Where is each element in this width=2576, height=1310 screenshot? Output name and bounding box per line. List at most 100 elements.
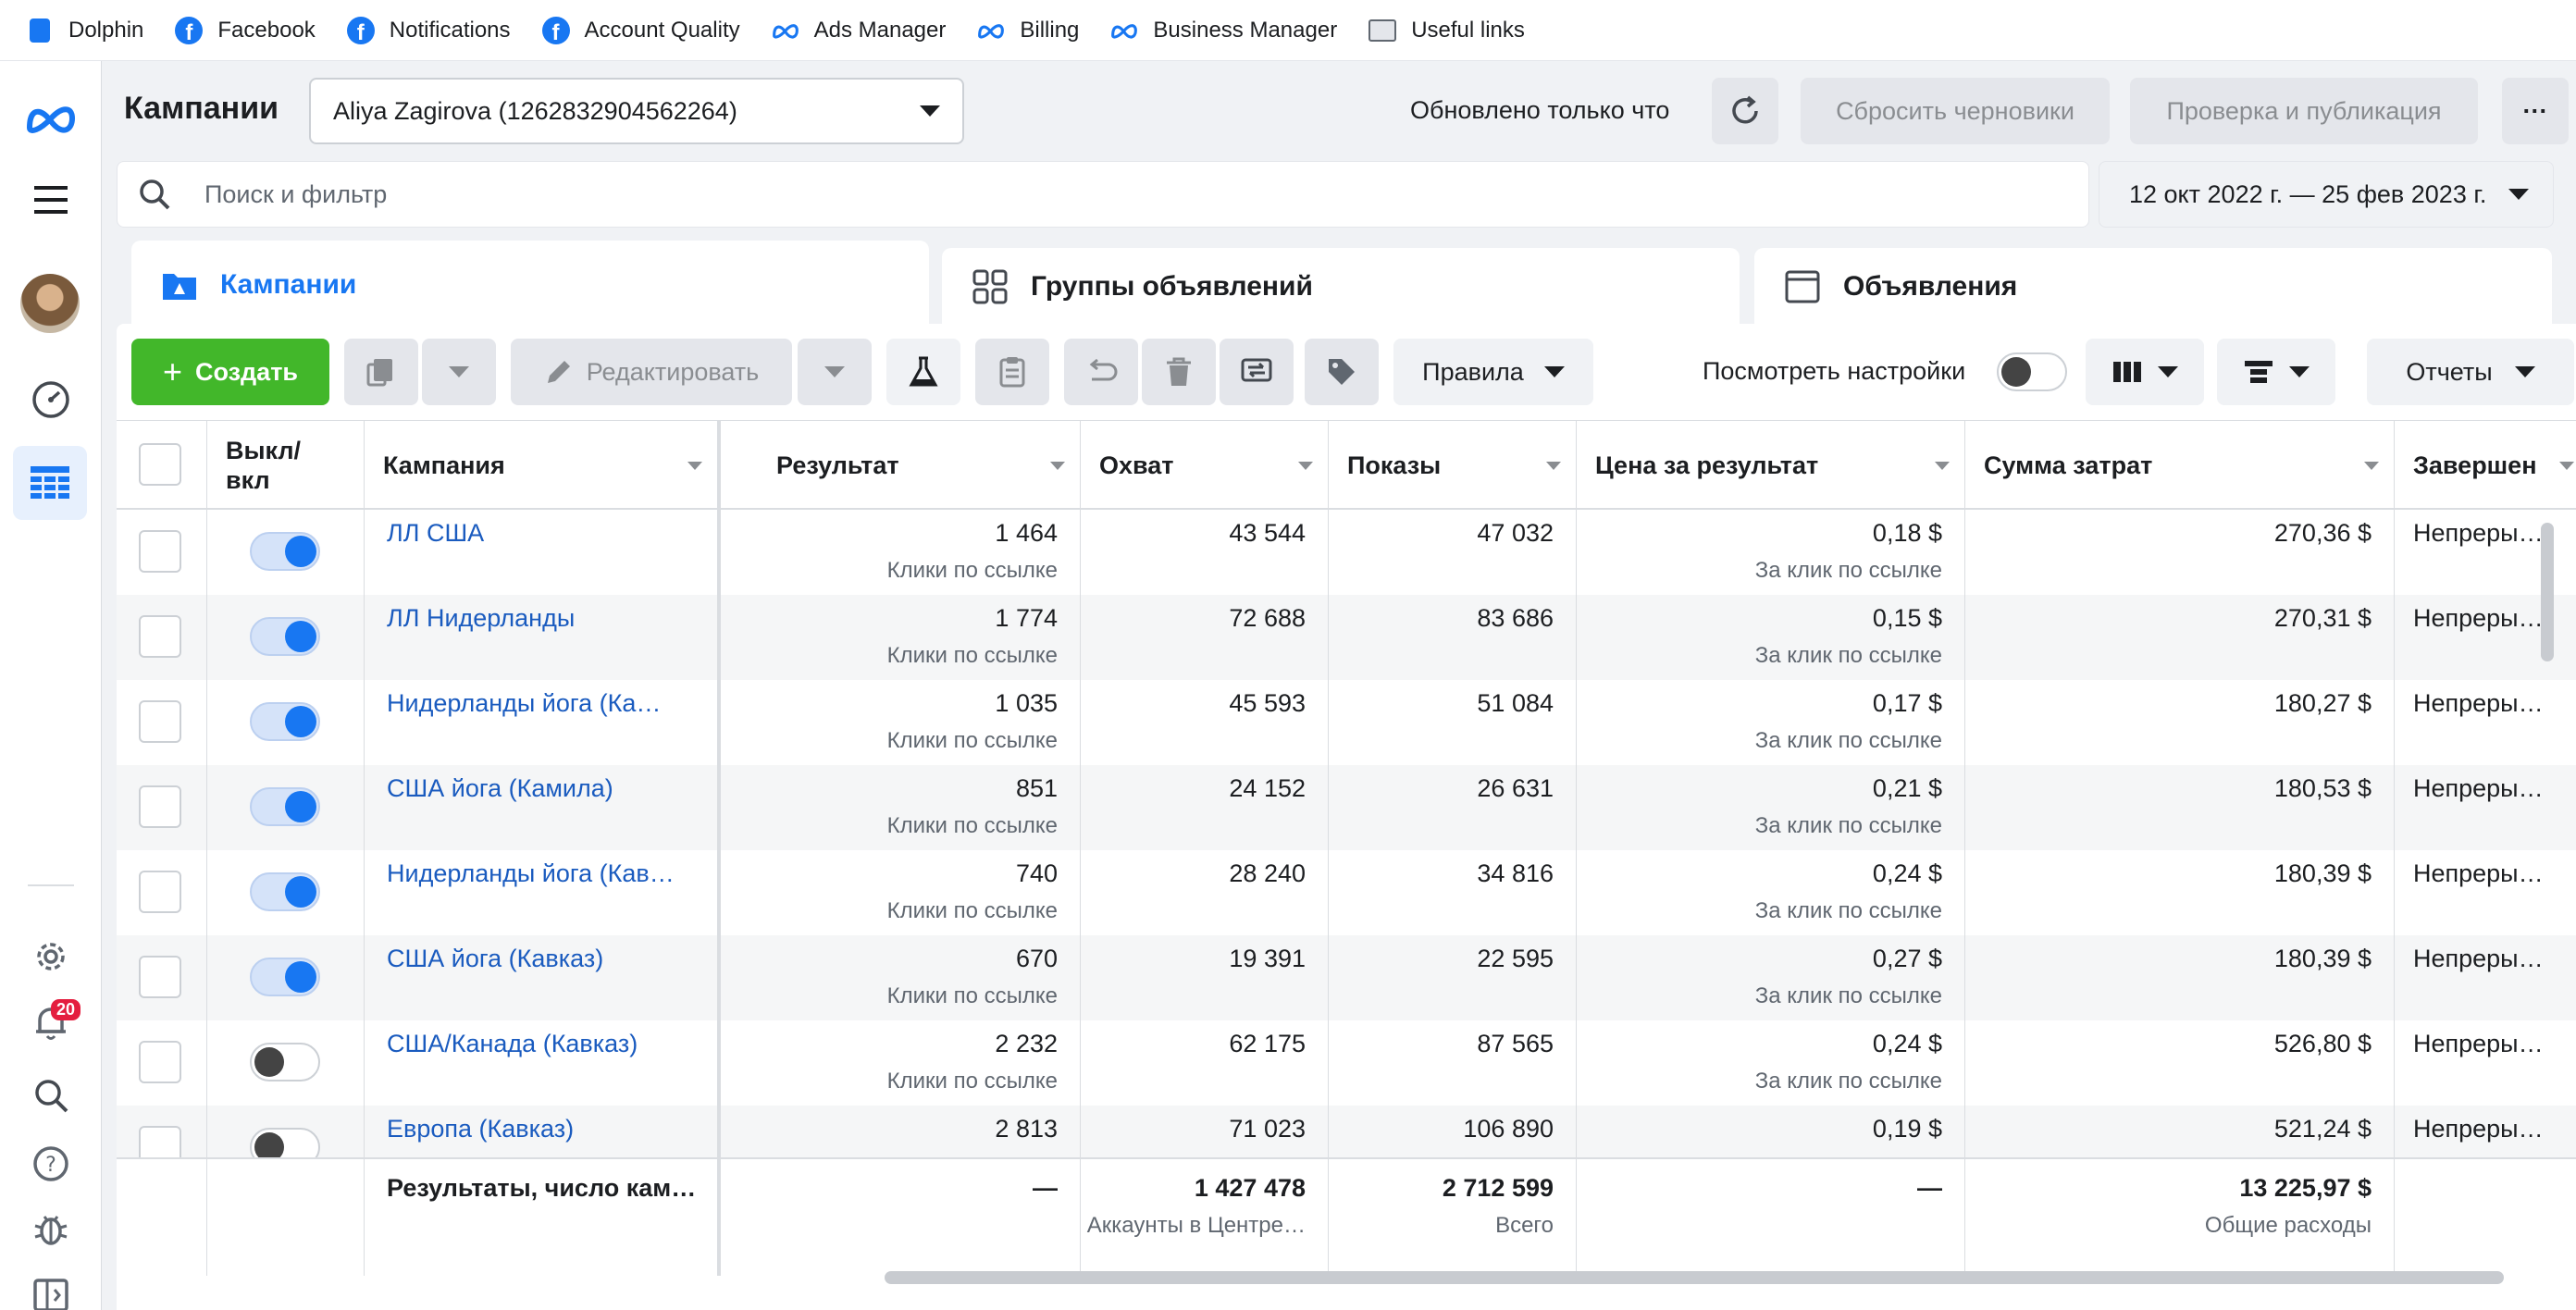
horizontal-scrollbar[interactable] [885, 1271, 2504, 1284]
avatar[interactable] [20, 274, 80, 333]
refresh-button[interactable] [1712, 78, 1778, 144]
bookmark-account-quality[interactable]: f Account Quality [541, 16, 740, 44]
table-row[interactable]: Европа (Кавказ) 2 813 71 023 106 890 0,19 $ 5… [117, 1106, 2576, 1157]
clipboard-button[interactable] [975, 339, 1049, 405]
campaign-name-link[interactable]: Нидерланды йога (Ка… [387, 689, 701, 718]
campaign-toggle[interactable] [250, 958, 320, 1003]
ab-test-button[interactable] [886, 339, 960, 405]
row-checkbox[interactable] [139, 615, 181, 658]
bookmark-label: Ads Manager [813, 17, 947, 43]
column-header-toggle[interactable]: Выкл/ вкл [207, 421, 365, 510]
tab-campaigns[interactable]: Кампании [131, 241, 929, 329]
footer-spent-cell: 13 225,97 $ Общие расходы [1965, 1159, 2395, 1276]
column-header-reach[interactable]: Охват [1081, 421, 1329, 510]
campaign-name-link[interactable]: США/Канада (Кавказ) [387, 1030, 701, 1058]
dashboard-gauge-icon[interactable] [25, 374, 77, 426]
duplicate-dropdown-button[interactable] [422, 339, 496, 405]
search-filter-bar[interactable]: Поиск и фильтр [117, 161, 2089, 228]
tab-ads[interactable]: Объявления [1754, 248, 2552, 326]
date-range-picker[interactable]: 12 окт 2022 г. — 25 фев 2023 г. [2099, 161, 2554, 228]
bookmark-notifications[interactable]: f Notifications [346, 16, 511, 44]
row-campaign-cell: США/Канада (Кавказ) [365, 1020, 718, 1106]
table-row[interactable]: США/Канада (Кавказ) 2 232 Клики по ссылке 6… [117, 1020, 2576, 1106]
campaign-name-link[interactable]: США йога (Кавказ) [387, 945, 701, 973]
search-placeholder: Поиск и фильтр [204, 179, 388, 208]
row-checkbox[interactable] [139, 700, 181, 743]
row-checkbox[interactable] [139, 871, 181, 913]
row-checkbox[interactable] [139, 956, 181, 998]
campaign-toggle[interactable] [250, 787, 320, 833]
tag-button[interactable] [1305, 339, 1379, 405]
campaign-toggle[interactable] [250, 1043, 320, 1088]
table-row[interactable]: ЛЛ США 1 464 Клики по ссылке 43 544 47 032 0,… [117, 510, 2576, 595]
bookmark-business-manager[interactable]: Business Manager [1110, 17, 1337, 44]
vertical-scrollbar[interactable] [2541, 523, 2554, 661]
campaign-name-link[interactable]: Нидерланды йога (Кав… [387, 859, 701, 888]
view-settings-toggle[interactable] [1997, 352, 2067, 396]
column-header-result[interactable]: Результат [718, 421, 1081, 510]
column-header-campaign[interactable]: Кампания [365, 421, 718, 510]
table-row[interactable]: США йога (Камила) 851 Клики по ссылке 24 15… [117, 765, 2576, 850]
campaign-toggle[interactable] [250, 532, 320, 577]
create-button[interactable]: + Создать [131, 339, 329, 405]
more-options-button[interactable]: ··· [2502, 78, 2569, 144]
campaign-toggle[interactable] [250, 1128, 320, 1157]
row-spent-cell: 180,53 $ [1965, 765, 2395, 850]
reset-drafts-button[interactable]: Сбросить черновики [1801, 78, 2110, 144]
bug-icon[interactable] [25, 1203, 77, 1254]
bookmark-billing[interactable]: Billing [977, 17, 1079, 44]
campaign-toggle[interactable] [250, 702, 320, 748]
ab-swap-button[interactable] [1220, 339, 1294, 405]
bookmark-dolphin[interactable]: Dolphin [26, 17, 143, 44]
result-type: Клики по ссылке [886, 813, 1058, 838]
meta-logo-icon[interactable] [25, 93, 77, 144]
campaign-name-link[interactable]: США йога (Камила) [387, 774, 701, 803]
undo-button[interactable] [1064, 339, 1138, 405]
reports-button[interactable]: Отчеты [2367, 339, 2574, 405]
bookmark-facebook[interactable]: f Facebook [175, 16, 316, 44]
campaign-name-link[interactable]: Европа (Кавказ) [387, 1115, 701, 1143]
rules-button[interactable]: Правила [1393, 339, 1593, 405]
campaign-name-link[interactable]: ЛЛ Нидерланды [387, 604, 701, 633]
gear-icon[interactable] [25, 931, 77, 982]
campaign-toggle[interactable] [250, 617, 320, 662]
account-selector[interactable]: Aliya Zagirova (1262832904562264) [309, 78, 964, 144]
search-icon[interactable] [25, 1069, 77, 1121]
review-publish-button[interactable]: Проверка и публикация [2130, 78, 2478, 144]
tab-ad-groups[interactable]: Группы объявлений [942, 248, 1740, 326]
campaign-name-link[interactable]: ЛЛ США [387, 519, 701, 548]
column-header-cost-per-result[interactable]: Цена за результат [1577, 421, 1965, 510]
bookmark-ads-manager[interactable]: Ads Manager [772, 17, 947, 44]
campaign-toggle[interactable] [250, 872, 320, 918]
ad-window-icon [1785, 270, 1820, 303]
chevron-down-icon [2514, 366, 2535, 377]
meta-icon [772, 17, 799, 44]
bell-icon[interactable]: 20 [25, 997, 80, 1049]
help-icon[interactable]: ? [25, 1138, 77, 1190]
menu-icon[interactable] [25, 174, 77, 226]
bookmark-useful-links[interactable]: Useful links [1368, 17, 1525, 44]
row-checkbox[interactable] [139, 785, 181, 828]
column-header-impressions[interactable]: Показы [1329, 421, 1577, 510]
row-checkbox[interactable] [139, 1126, 181, 1157]
columns-button[interactable] [2086, 339, 2204, 405]
table-row[interactable]: США йога (Кавказ) 670 Клики по ссылке 19 39… [117, 935, 2576, 1020]
delete-button[interactable] [1142, 339, 1216, 405]
table-row[interactable]: ЛЛ Нидерланды 1 774 Клики по ссылке 72 688 8… [117, 595, 2576, 680]
campaigns-table-icon[interactable] [13, 446, 87, 520]
breakdown-button[interactable] [2217, 339, 2335, 405]
edit-button[interactable]: Редактировать [511, 339, 792, 405]
edit-dropdown-button[interactable] [798, 339, 872, 405]
column-header-ends[interactable]: Завершен [2395, 421, 2576, 510]
row-checkbox[interactable] [139, 530, 181, 573]
row-checkbox[interactable] [139, 1041, 181, 1083]
result-type: Клики по ссылке [886, 898, 1058, 923]
select-all-checkbox[interactable] [139, 443, 181, 486]
table-row[interactable]: Нидерланды йога (Кав… 740 Клики по ссылке 2… [117, 850, 2576, 935]
collapse-panel-icon[interactable] [25, 1269, 77, 1310]
row-ends-cell: Непреры… [2395, 765, 2576, 850]
duplicate-button[interactable] [344, 339, 418, 405]
toolbar: + Создать Редактировать Правила Посмотре… [117, 324, 2576, 420]
table-row[interactable]: Нидерланды йога (Ка… 1 035 Клики по ссылке… [117, 680, 2576, 765]
column-header-amount-spent[interactable]: Сумма затрат [1965, 421, 2395, 510]
